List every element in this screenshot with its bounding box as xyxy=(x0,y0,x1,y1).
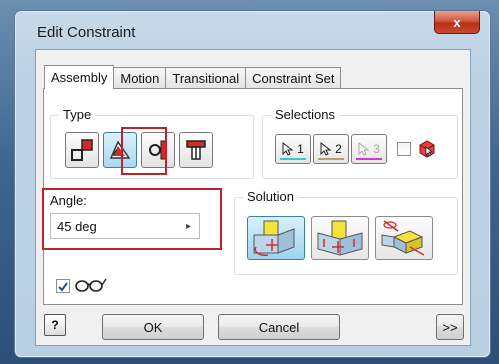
undirected-angle-button[interactable] xyxy=(311,216,369,260)
dialog-client-area: Assembly Motion Transitional Constraint … xyxy=(35,49,471,346)
select-arrow-icon xyxy=(320,142,332,156)
angle-input[interactable]: 45 deg ▸ xyxy=(50,213,200,239)
cancel-button[interactable]: Cancel xyxy=(218,314,340,340)
angle-label: Angle: xyxy=(50,193,87,208)
selection-1-button[interactable]: 1 xyxy=(275,134,311,164)
select-arrow-icon xyxy=(358,142,370,156)
close-button[interactable]: x xyxy=(434,11,480,34)
show-preview-checkbox[interactable] xyxy=(56,279,70,293)
directed-angle-button[interactable] xyxy=(247,216,305,260)
mate-type-button[interactable] xyxy=(65,132,99,168)
selection-3-button[interactable]: 3 xyxy=(351,134,387,164)
tab-constraint-set[interactable]: Constraint Set xyxy=(245,67,342,88)
help-icon: ? xyxy=(51,318,59,332)
ok-button[interactable]: OK xyxy=(102,314,204,340)
angle-menu-arrow-icon[interactable]: ▸ xyxy=(186,221,191,232)
type-group-label: Type xyxy=(59,107,96,122)
undirected-angle-icon xyxy=(317,220,363,256)
glasses-preview-icon xyxy=(75,278,107,292)
selection-2-number: 2 xyxy=(335,142,342,156)
insert-icon xyxy=(186,140,206,160)
solution-group-label: Solution xyxy=(243,189,298,204)
pick-part-first-icon xyxy=(419,140,435,158)
directed-angle-icon xyxy=(253,220,295,256)
selections-group-label: Selections xyxy=(271,107,339,122)
angle-value: 45 deg xyxy=(57,218,97,234)
tab-motion[interactable]: Motion xyxy=(113,67,167,88)
solution-group: Solution xyxy=(234,189,458,275)
select-arrow-icon xyxy=(282,142,294,156)
help-button[interactable]: ? xyxy=(44,314,66,336)
selection-1-number: 1 xyxy=(297,142,304,156)
selections-group: Selections 1 2 3 xyxy=(262,107,458,179)
more-options-button[interactable]: >> xyxy=(436,314,464,340)
tab-assembly[interactable]: Assembly xyxy=(44,65,115,89)
selection-2-button[interactable]: 2 xyxy=(313,134,349,164)
explicit-reference-vector-button[interactable] xyxy=(375,216,433,260)
edit-constraint-dialog: Edit Constraint x Assembly Motion Transi… xyxy=(14,10,491,358)
selection-3-number: 3 xyxy=(373,142,380,156)
selection-3-color-bar xyxy=(356,158,382,160)
pick-part-first-checkbox[interactable] xyxy=(397,142,411,156)
selection-1-color-bar xyxy=(280,158,306,160)
angle-button-highlight xyxy=(121,127,167,175)
selection-2-color-bar xyxy=(318,158,344,160)
mate-icon xyxy=(71,139,93,161)
window-title: Edit Constraint xyxy=(37,24,136,41)
close-icon: x xyxy=(453,14,461,30)
tab-strip: Assembly Motion Transitional Constraint … xyxy=(44,65,342,89)
assembly-tab-page: Type Selections 1 2 3 Angle: 45 deg ▸ So… xyxy=(42,88,463,305)
checkmark-icon xyxy=(58,282,68,292)
explicit-reference-vector-icon xyxy=(381,220,425,256)
insert-type-button[interactable] xyxy=(179,132,213,168)
tab-transitional[interactable]: Transitional xyxy=(165,67,247,88)
